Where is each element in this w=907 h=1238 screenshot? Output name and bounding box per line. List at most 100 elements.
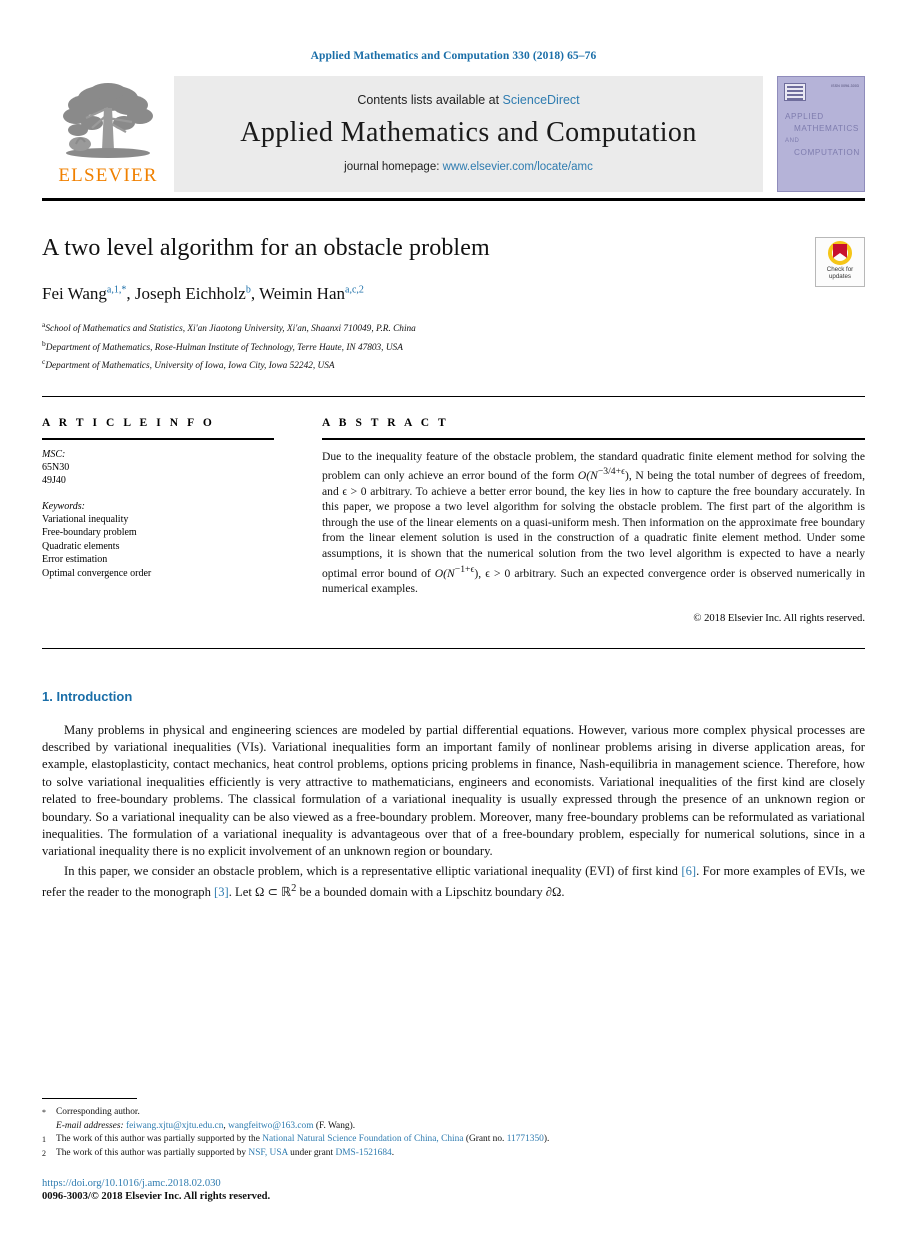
keyword-item: Error estimation bbox=[42, 554, 108, 566]
contents-prefix: Contents lists available at bbox=[357, 93, 503, 107]
affiliation-item: aSchool of Mathematics and Statistics, X… bbox=[42, 318, 865, 337]
sciencedirect-link[interactable]: ScienceDirect bbox=[503, 93, 580, 107]
journal-title: Applied Mathematics and Computation bbox=[240, 117, 697, 148]
author-name: Joseph Eichholz bbox=[134, 284, 246, 303]
cover-issn: ISSN 0096-3003 bbox=[831, 84, 859, 88]
citation-ref-6[interactable]: [6] bbox=[681, 864, 696, 878]
msc-label: MSC: bbox=[42, 448, 66, 460]
abstract-math1: O(N bbox=[577, 468, 598, 482]
keywords-label: Keywords: bbox=[42, 500, 85, 512]
doi-block: https://doi.org/10.1016/j.amc.2018.02.03… bbox=[42, 1178, 270, 1202]
keyword-item: Variational inequality bbox=[42, 513, 129, 525]
abstract-math2-sup: −1+ϵ bbox=[454, 563, 475, 575]
article-info-column: A R T I C L E I N F O MSC: 65N30 49J40 K… bbox=[42, 417, 294, 624]
citation-ref-3[interactable]: [3] bbox=[214, 885, 229, 899]
funder-link-nsf[interactable]: NSF, USA bbox=[248, 1148, 287, 1158]
crossmark-line2: updates bbox=[828, 273, 851, 281]
article-info-heading: A R T I C L E I N F O bbox=[42, 416, 215, 429]
footnote-email: E-mail addresses: feiwang.xjtu@xjtu.edu.… bbox=[56, 1120, 356, 1131]
journal-homepage-link[interactable]: www.elsevier.com/locate/amc bbox=[443, 161, 593, 173]
affiliation-text: Department of Mathematics, University of… bbox=[45, 361, 335, 372]
homepage-prefix: journal homepage: bbox=[344, 161, 443, 173]
section-heading-introduction: 1. Introduction bbox=[42, 688, 133, 704]
grant-number-nsf[interactable]: DMS-1521684 bbox=[335, 1148, 391, 1158]
author-name: Fei Wang bbox=[42, 284, 107, 303]
contents-line: Contents lists available at ScienceDirec… bbox=[357, 93, 579, 107]
footnote-marker-asterisk: * bbox=[42, 1108, 46, 1118]
journal-masthead: ELSEVIER Contents lists available at Sci… bbox=[42, 76, 865, 192]
elsevier-tree-icon bbox=[63, 83, 153, 158]
affiliation-item: cDepartment of Mathematics, University o… bbox=[42, 355, 865, 374]
keyword-item: Optimal convergence order bbox=[42, 568, 152, 580]
author-sup: a,c,2 bbox=[345, 284, 364, 296]
article-info-rule bbox=[42, 437, 274, 440]
footnote-marker-2: 2 bbox=[42, 1148, 46, 1158]
cover-title-line1: APPLIED bbox=[785, 112, 824, 121]
info-abstract-section: A R T I C L E I N F O MSC: 65N30 49J40 K… bbox=[42, 417, 865, 624]
footnote-1-b: (Grant no. bbox=[463, 1134, 507, 1145]
footnote-2: 2 The work of this author was partially … bbox=[42, 1147, 865, 1160]
funder-link-nsfc[interactable]: National Natural Science Foundation of C… bbox=[262, 1134, 463, 1144]
abstract-divider bbox=[42, 647, 865, 649]
intro-p2-d: be a bounded domain with a Lipschitz bou… bbox=[296, 885, 565, 900]
abstract-text: Due to the inequality feature of the obs… bbox=[322, 449, 865, 597]
author-sup: a,1,* bbox=[106, 284, 127, 296]
doi-link[interactable]: https://doi.org/10.1016/j.amc.2018.02.03… bbox=[42, 1178, 270, 1189]
grant-number-nsfc[interactable]: 11771350 bbox=[507, 1134, 544, 1144]
footnote-2-b: under grant bbox=[287, 1147, 336, 1158]
keyword-item: Free-boundary problem bbox=[42, 527, 137, 539]
masthead-divider bbox=[42, 198, 865, 201]
crossmark-badge[interactable]: Check for updates bbox=[815, 237, 865, 287]
journal-cover-thumbnail: ISSN 0096-3003 APPLIED MATHEMATICS AND C… bbox=[777, 76, 865, 192]
footnote-block: * Corresponding author. E-mail addresses… bbox=[42, 1098, 865, 1160]
affiliation-item: bDepartment of Mathematics, Rose-Hulman … bbox=[42, 337, 865, 356]
footnote-1-a: The work of this author was partially su… bbox=[56, 1134, 263, 1145]
introduction-paragraph-2: In this paper, we consider an obstacle p… bbox=[42, 863, 865, 902]
elsevier-wordmark: ELSEVIER bbox=[58, 165, 158, 186]
footnote-2-c: . bbox=[391, 1147, 395, 1158]
elsevier-logo: ELSEVIER bbox=[42, 76, 174, 192]
crossmark-text: Check for updates bbox=[827, 266, 853, 281]
footnote-corresponding: * Corresponding author. bbox=[42, 1106, 865, 1119]
cover-title-line3: AND bbox=[785, 138, 800, 144]
author-name: Weimin Han bbox=[259, 284, 345, 303]
author-sup: b bbox=[245, 284, 251, 296]
abstract-column: A B S T R A C T Due to the inequality fe… bbox=[294, 417, 865, 624]
abstract-heading: A B S T R A C T bbox=[322, 416, 449, 429]
intro-p2-a: In this paper, we consider an obstacle p… bbox=[64, 863, 682, 878]
footnote-marker-1: 1 bbox=[42, 1135, 46, 1145]
title-block: Check for updates A two level algorithm … bbox=[42, 235, 865, 374]
crossmark-line1: Check for bbox=[826, 266, 854, 273]
paper-page: Applied Mathematics and Computation 330 … bbox=[0, 0, 907, 1238]
homepage-line: journal homepage: www.elsevier.com/locat… bbox=[344, 161, 593, 173]
running-head: Applied Mathematics and Computation 330 … bbox=[310, 50, 597, 62]
footnote-1: 1 The work of this author was partially … bbox=[42, 1133, 865, 1146]
keyword-item: Quadratic elements bbox=[42, 540, 120, 552]
msc-code: 65N30 bbox=[42, 461, 70, 473]
footnote-2-a: The work of this author was partially su… bbox=[56, 1147, 249, 1158]
email-link-2[interactable]: wangfeitwo@163.com bbox=[228, 1121, 313, 1131]
email-label: E-mail addresses: bbox=[56, 1120, 124, 1131]
crossmark-icon bbox=[828, 241, 852, 265]
masthead-center: Contents lists available at ScienceDirec… bbox=[174, 76, 763, 192]
introduction-paragraph-1: Many problems in physical and engineerin… bbox=[42, 722, 865, 859]
issn-copyright-line: 0096-3003/© 2018 Elsevier Inc. All right… bbox=[42, 1191, 271, 1202]
author-list: Fei Wanga,1,*, Joseph Eichholzb, Weimin … bbox=[42, 284, 364, 303]
abstract-math2: O(N bbox=[434, 566, 455, 580]
abstract-rule bbox=[322, 437, 865, 440]
affiliation-list: aSchool of Mathematics and Statistics, X… bbox=[42, 318, 865, 374]
footnote-1-c: ). bbox=[543, 1134, 550, 1145]
abstract-copyright: © 2018 Elsevier Inc. All rights reserved… bbox=[693, 612, 865, 624]
abstract-math1-sup: −3/4+ϵ bbox=[597, 466, 625, 478]
cover-title-line4: COMPUTATION bbox=[794, 148, 860, 157]
cover-title: APPLIED MATHEMATICS AND COMPUTATION bbox=[785, 111, 859, 159]
email-owner: (F. Wang). bbox=[315, 1120, 356, 1131]
page-title: A two level algorithm for an obstacle pr… bbox=[42, 235, 490, 261]
intro-p2-c: . Let Ω ⊂ ℝ bbox=[228, 885, 292, 900]
affiliation-text: School of Mathematics and Statistics, Xi… bbox=[45, 324, 416, 335]
cover-title-line2: MATHEMATICS bbox=[794, 124, 859, 133]
email-link-1[interactable]: feiwang.xjtu@xjtu.edu.cn bbox=[126, 1121, 223, 1131]
title-divider bbox=[42, 395, 865, 397]
abstract-part2: ), N being the total number of degrees o… bbox=[322, 468, 865, 580]
